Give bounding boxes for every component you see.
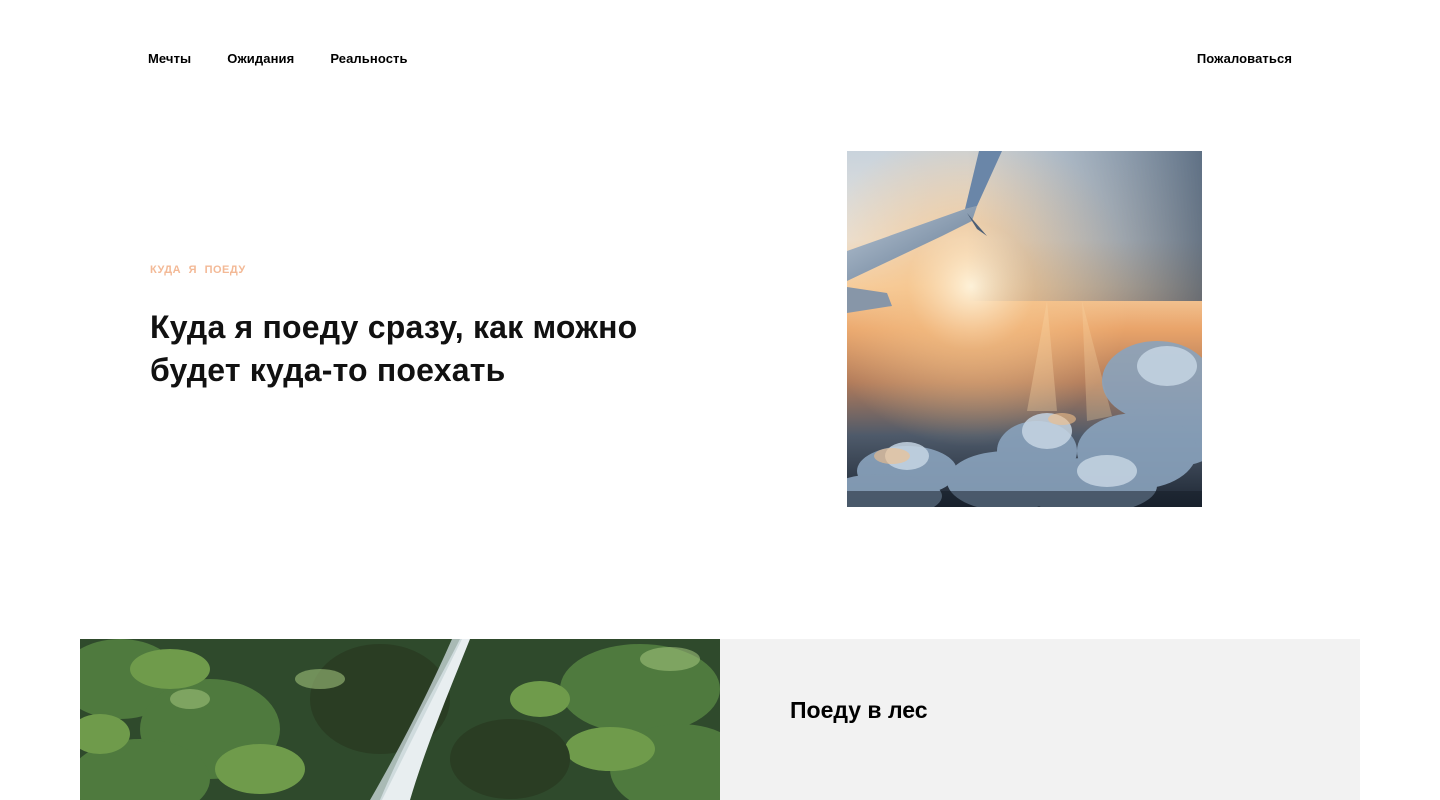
- main-nav: Мечты Ожидания Реальность: [148, 51, 408, 66]
- complain-link[interactable]: Пожаловаться: [1197, 51, 1292, 66]
- airplane-wing-image: [847, 151, 1202, 507]
- header: Мечты Ожидания Реальность Пожаловаться: [148, 48, 1292, 68]
- page: Мечты Ожидания Реальность Пожаловаться К…: [0, 0, 1440, 800]
- forest-title: Поеду в лес: [790, 697, 928, 723]
- hero-eyebrow: КУДА Я ПОЕДУ: [150, 264, 246, 276]
- hero-title: Куда я поеду сразу, как можно будет куда…: [150, 309, 638, 388]
- waterfall-image: [80, 639, 720, 800]
- nav-item-expectations[interactable]: Ожидания: [227, 51, 294, 66]
- forest-section: Поеду в лес: [80, 639, 1360, 800]
- nav-item-dreams[interactable]: Мечты: [148, 51, 191, 66]
- nav-item-reality[interactable]: Реальность: [330, 51, 407, 66]
- forest-card: Поеду в лес: [720, 639, 1360, 800]
